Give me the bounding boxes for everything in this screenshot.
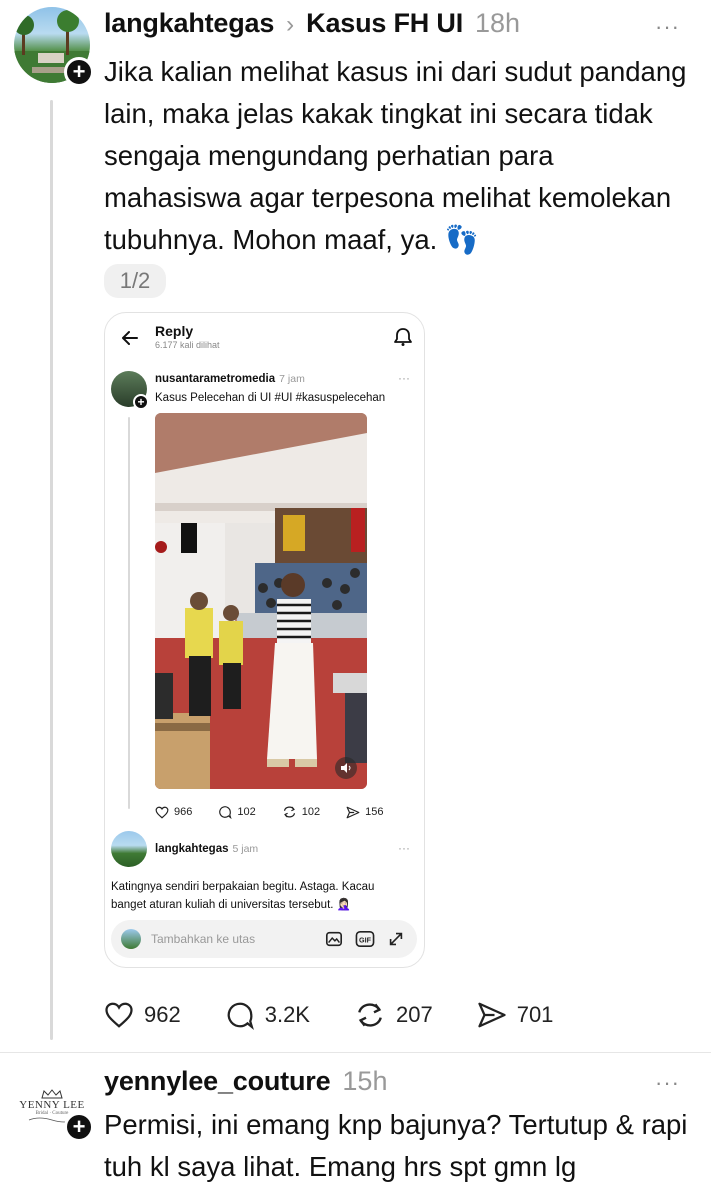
embed-like-button[interactable]: 966 (155, 805, 192, 819)
embed-reply-count: 102 (237, 806, 256, 818)
embed-reply-avatar[interactable] (111, 831, 147, 867)
reply-count: 3.2K (264, 1002, 310, 1027)
like-count: 962 (144, 1002, 181, 1027)
embed-reply-text: Katingnya sendiri berpakaian begitu. Ast… (111, 881, 375, 911)
send-icon (478, 1002, 506, 1028)
username[interactable]: langkahtegas (104, 8, 274, 39)
more-options-icon[interactable]: ··· (655, 1070, 680, 1096)
heart-icon (155, 806, 169, 819)
image-icon[interactable] (325, 930, 343, 948)
share-button[interactable]: 701 (477, 1000, 554, 1030)
reply-button[interactable]: 3.2K (225, 1000, 310, 1030)
post-divider (0, 1052, 711, 1053)
embed-caption: Kasus Pelecehan di UI #UI #kasuspeleceha… (155, 392, 386, 404)
embed-view-count: 6.177 kali dilihat (155, 340, 220, 350)
video-thumbnail[interactable] (155, 413, 367, 789)
post-header: yennylee_couture 15h (104, 1066, 387, 1097)
media-pager: 1/2 (104, 264, 166, 298)
embedded-screenshot[interactable]: Reply 6.177 kali dilihat + nusantarametr… (104, 312, 425, 968)
expand-icon[interactable] (387, 930, 405, 948)
embed-like-count: 966 (174, 806, 193, 818)
embed-repost-button[interactable]: 102 (282, 805, 320, 819)
more-options-icon[interactable]: ··· (655, 14, 680, 40)
embed-repost-count: 102 (301, 806, 321, 818)
repost-count: 207 (395, 1002, 433, 1027)
reply-composer[interactable]: Tambahkan ke utas GIF (111, 920, 417, 958)
repost-icon (283, 806, 295, 818)
like-button[interactable]: 962 (104, 1000, 181, 1030)
comment-icon (227, 1002, 254, 1030)
video-frame (155, 413, 367, 789)
composer-placeholder[interactable]: Tambahkan ke utas (151, 932, 325, 946)
svg-text:GIF: GIF (359, 936, 372, 945)
composer-avatar (121, 929, 141, 949)
embed-post-header: nusantarametromedia 7 jam (155, 373, 305, 385)
embed-thread-line (128, 417, 130, 809)
heart-icon (105, 1002, 133, 1028)
post-action-bar: 962 3.2K 207 701 (104, 1000, 553, 1030)
topic-tag[interactable]: Kasus FH UI (306, 8, 463, 39)
embed-follow-plus[interactable]: + (133, 394, 149, 410)
username[interactable]: yennylee_couture (104, 1066, 331, 1097)
embed-share-button[interactable]: 156 (346, 805, 383, 819)
chevron-right-icon: › (286, 11, 295, 38)
embed-reply-button[interactable]: 102 (218, 805, 256, 819)
embed-reply-header: langkahtegas 5 jam (155, 843, 258, 855)
thread-line (50, 100, 53, 1040)
embed-share-count: 156 (365, 806, 384, 818)
repost-button[interactable]: 207 (354, 1000, 433, 1030)
comment-icon (219, 806, 232, 819)
post-time: 18h (475, 8, 521, 38)
logo-text: YENNY LEE (19, 1098, 85, 1111)
embed-action-bar: 966 102 102 156 (155, 805, 383, 819)
post-time: 15h (342, 1066, 388, 1096)
embed-reply-time: 5 jam (232, 843, 259, 855)
post-text: Jika kalian melihat kasus ini dari sudut… (104, 56, 687, 255)
share-count: 701 (516, 1002, 554, 1027)
embed-reply-more-icon[interactable]: ··· (398, 841, 410, 855)
repost-icon (358, 1003, 382, 1027)
follow-plus-button[interactable]: + (64, 57, 94, 87)
post-header: langkahtegas › Kasus FH UI 18h (104, 8, 520, 39)
back-arrow-icon[interactable] (121, 329, 139, 347)
notification-bell-icon[interactable] (393, 327, 413, 347)
embed-header-title: Reply (155, 323, 194, 339)
embed-post-time: 7 jam (279, 373, 305, 385)
gif-icon[interactable]: GIF (355, 930, 375, 948)
post-text: Permisi, ini emang knp bajunya? Tertutup… (104, 1109, 688, 1182)
embed-reply-username[interactable]: langkahtegas (155, 843, 229, 855)
follow-plus-button[interactable]: + (64, 1112, 94, 1142)
embed-more-icon[interactable]: ··· (398, 371, 410, 385)
send-icon (346, 806, 360, 818)
crown-icon (41, 1088, 63, 1098)
embed-username[interactable]: nusantarametromedia (155, 373, 275, 385)
mute-icon[interactable] (335, 757, 357, 779)
